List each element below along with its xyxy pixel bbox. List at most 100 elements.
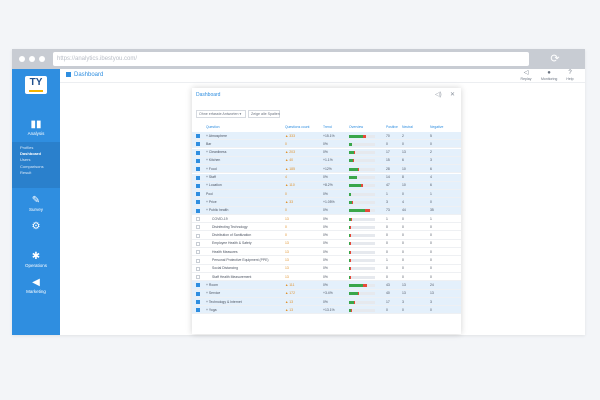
row-count: 0: [285, 208, 287, 213]
table-row[interactable]: + Service ▲ 172 +3.4% 40 13 13: [192, 289, 461, 298]
row-checkbox[interactable]: [196, 158, 200, 163]
table-row[interactable]: + Staff 4 0% 14 8 4: [192, 173, 461, 182]
row-checkbox[interactable]: [196, 217, 200, 221]
row-neutral: 4: [402, 199, 404, 204]
row-checkbox[interactable]: [196, 175, 200, 180]
row-label: + Kitchen: [206, 158, 221, 163]
help-button[interactable]: ? Help: [562, 70, 578, 81]
nav-analysis[interactable]: ▮▮ Analysis: [12, 119, 60, 137]
row-checkbox[interactable]: [196, 225, 200, 230]
row-checkbox[interactable]: [196, 142, 200, 147]
table-row[interactable]: + Atmosphere ▲ 333 +15.1% 70 2 5: [192, 132, 461, 141]
column-header[interactable]: Negative: [430, 125, 443, 129]
table-row[interactable]: + Technology & Internet ▲ 13 0% 17 3 3: [192, 298, 461, 307]
table-row[interactable]: + Room ▲ 111 0% 43 13 24: [192, 281, 461, 290]
row-label: Disinfecting Technology: [212, 224, 248, 229]
row-positive: 14: [386, 175, 390, 179]
row-positive: 0: [386, 241, 388, 246]
column-header[interactable]: Positive: [386, 125, 398, 129]
row-count: ▲ 13: [285, 299, 294, 304]
nav-survey[interactable]: ✎ Survey: [12, 195, 60, 213]
table-row[interactable]: Distribution of Sanitization 0 0% 0 0 0: [192, 232, 461, 240]
row-checkbox[interactable]: [196, 258, 200, 263]
row-positive: 0: [386, 249, 388, 254]
column-header[interactable]: Question: [206, 125, 220, 129]
sidebar-item-result[interactable]: Result: [12, 170, 60, 176]
window-dot-icon[interactable]: [19, 56, 25, 62]
window-dot-icon[interactable]: [29, 56, 35, 62]
row-neutral: 8: [402, 175, 404, 179]
table-row[interactable]: COVID-19 13 0% 1 0 1: [192, 215, 461, 224]
table-row[interactable]: Pool 0 0% 1 0 1: [192, 190, 461, 199]
close-icon[interactable]: ✕: [450, 91, 455, 98]
negative-fill: [358, 167, 360, 171]
sound-icon[interactable]: ◁): [435, 91, 442, 98]
overview-bar: [349, 167, 375, 171]
row-negative: 1: [430, 216, 432, 221]
row-negative: 0: [430, 224, 432, 229]
row-checkbox[interactable]: [196, 275, 200, 280]
row-checkbox[interactable]: [196, 241, 200, 246]
row-checkbox[interactable]: [196, 291, 200, 296]
row-positive: 1: [386, 216, 388, 221]
table-row[interactable]: + Location ▲ 110 +8.2% 47 10 6: [192, 181, 461, 190]
sidebar-item-profiles[interactable]: Profiles: [12, 142, 60, 151]
breadcrumb[interactable]: Dashboard: [66, 72, 103, 78]
table-row[interactable]: Employee Health & Safety 13 0% 0 0 0: [192, 240, 461, 249]
row-checkbox[interactable]: [196, 167, 200, 172]
table-row[interactable]: Staff Health Measurement 13 0% 0 0 0: [192, 273, 461, 282]
table-row[interactable]: Health Measures 13 0% 0 0 0: [192, 248, 461, 257]
row-checkbox[interactable]: [196, 233, 200, 238]
table-row[interactable]: Personal Protective Equipment (PPE) 13 0% 1…: [192, 257, 461, 265]
show-all-columns-button[interactable]: Zeige alle Spalten: [248, 110, 280, 118]
table-row[interactable]: Bar 0 0% 0 0 0: [192, 140, 461, 149]
column-header[interactable]: Neutral: [402, 125, 413, 129]
nav-marketing[interactable]: ◀ Marketing: [12, 277, 60, 295]
column-header[interactable]: Trend: [323, 125, 332, 129]
row-checkbox[interactable]: [196, 192, 200, 197]
nav-operations[interactable]: ✱ Operations: [12, 251, 60, 269]
monitoring-button[interactable]: ● Monitoring: [541, 70, 557, 81]
row-label: + Staff: [206, 175, 216, 179]
table-row[interactable]: + Price ▲ 33 +1.05% 3 4 0: [192, 198, 461, 207]
filter-dropdown[interactable]: Ohne erfasste Antworten ▾: [196, 110, 246, 118]
refresh-icon[interactable]: ⟳: [548, 52, 562, 66]
sidebar: TY ▮▮ Analysis Profiles Dashboard Users …: [12, 69, 60, 335]
negative-fill: [352, 159, 354, 163]
row-checkbox[interactable]: [196, 250, 200, 255]
table-row[interactable]: + Yoga ▲ 13 +13.1% 0 0 0: [192, 306, 461, 315]
address-bar[interactable]: https://analytics.ibestyou.com/: [53, 52, 529, 66]
negative-fill: [363, 134, 366, 138]
row-checkbox[interactable]: [196, 150, 200, 155]
app-logo[interactable]: TY: [25, 76, 47, 94]
table-row[interactable]: + Food ▲ 185 +12% 28 10 6: [192, 165, 461, 174]
nav-tools[interactable]: ⚙: [12, 221, 60, 233]
row-checkbox[interactable]: [196, 208, 200, 213]
row-checkbox[interactable]: [196, 266, 200, 271]
row-negative: 13: [430, 291, 434, 296]
column-header[interactable]: Overview: [349, 125, 363, 129]
analysis-submenu: Profiles Dashboard Users Comparisons Res…: [12, 142, 60, 188]
row-label: + Service: [206, 291, 221, 296]
filter-dropdown-label: Ohne erfasste Antworten: [199, 112, 239, 116]
row-positive: 1: [386, 191, 388, 196]
table-row[interactable]: + Kitchen ▲ 40 +1.1% 15 6 3: [192, 156, 461, 166]
row-checkbox[interactable]: [196, 183, 200, 188]
positive-fill: [349, 209, 365, 213]
window-dot-icon[interactable]: [39, 56, 45, 62]
row-checkbox[interactable]: [196, 134, 200, 138]
row-label: + Location: [206, 183, 222, 188]
row-count: 13: [285, 274, 289, 279]
row-checkbox[interactable]: [196, 200, 200, 205]
row-neutral: 0: [402, 266, 404, 271]
table-row[interactable]: + Public health 0 0% 73 44 35: [192, 206, 461, 215]
replay-button[interactable]: ◁ Replay: [518, 70, 534, 81]
table-row[interactable]: Social Distancing 13 0% 0 0 0: [192, 265, 461, 273]
table-row[interactable]: Disinfecting Technology 0 0% 0 0 0: [192, 223, 461, 232]
row-checkbox[interactable]: [196, 300, 200, 304]
table-row[interactable]: + Cleanliness ▲ 203 0% 17 13 2: [192, 148, 461, 157]
row-checkbox[interactable]: [196, 283, 200, 288]
column-header[interactable]: Questions count: [285, 125, 310, 129]
row-trend: 0%: [323, 208, 328, 213]
row-checkbox[interactable]: [196, 308, 200, 313]
